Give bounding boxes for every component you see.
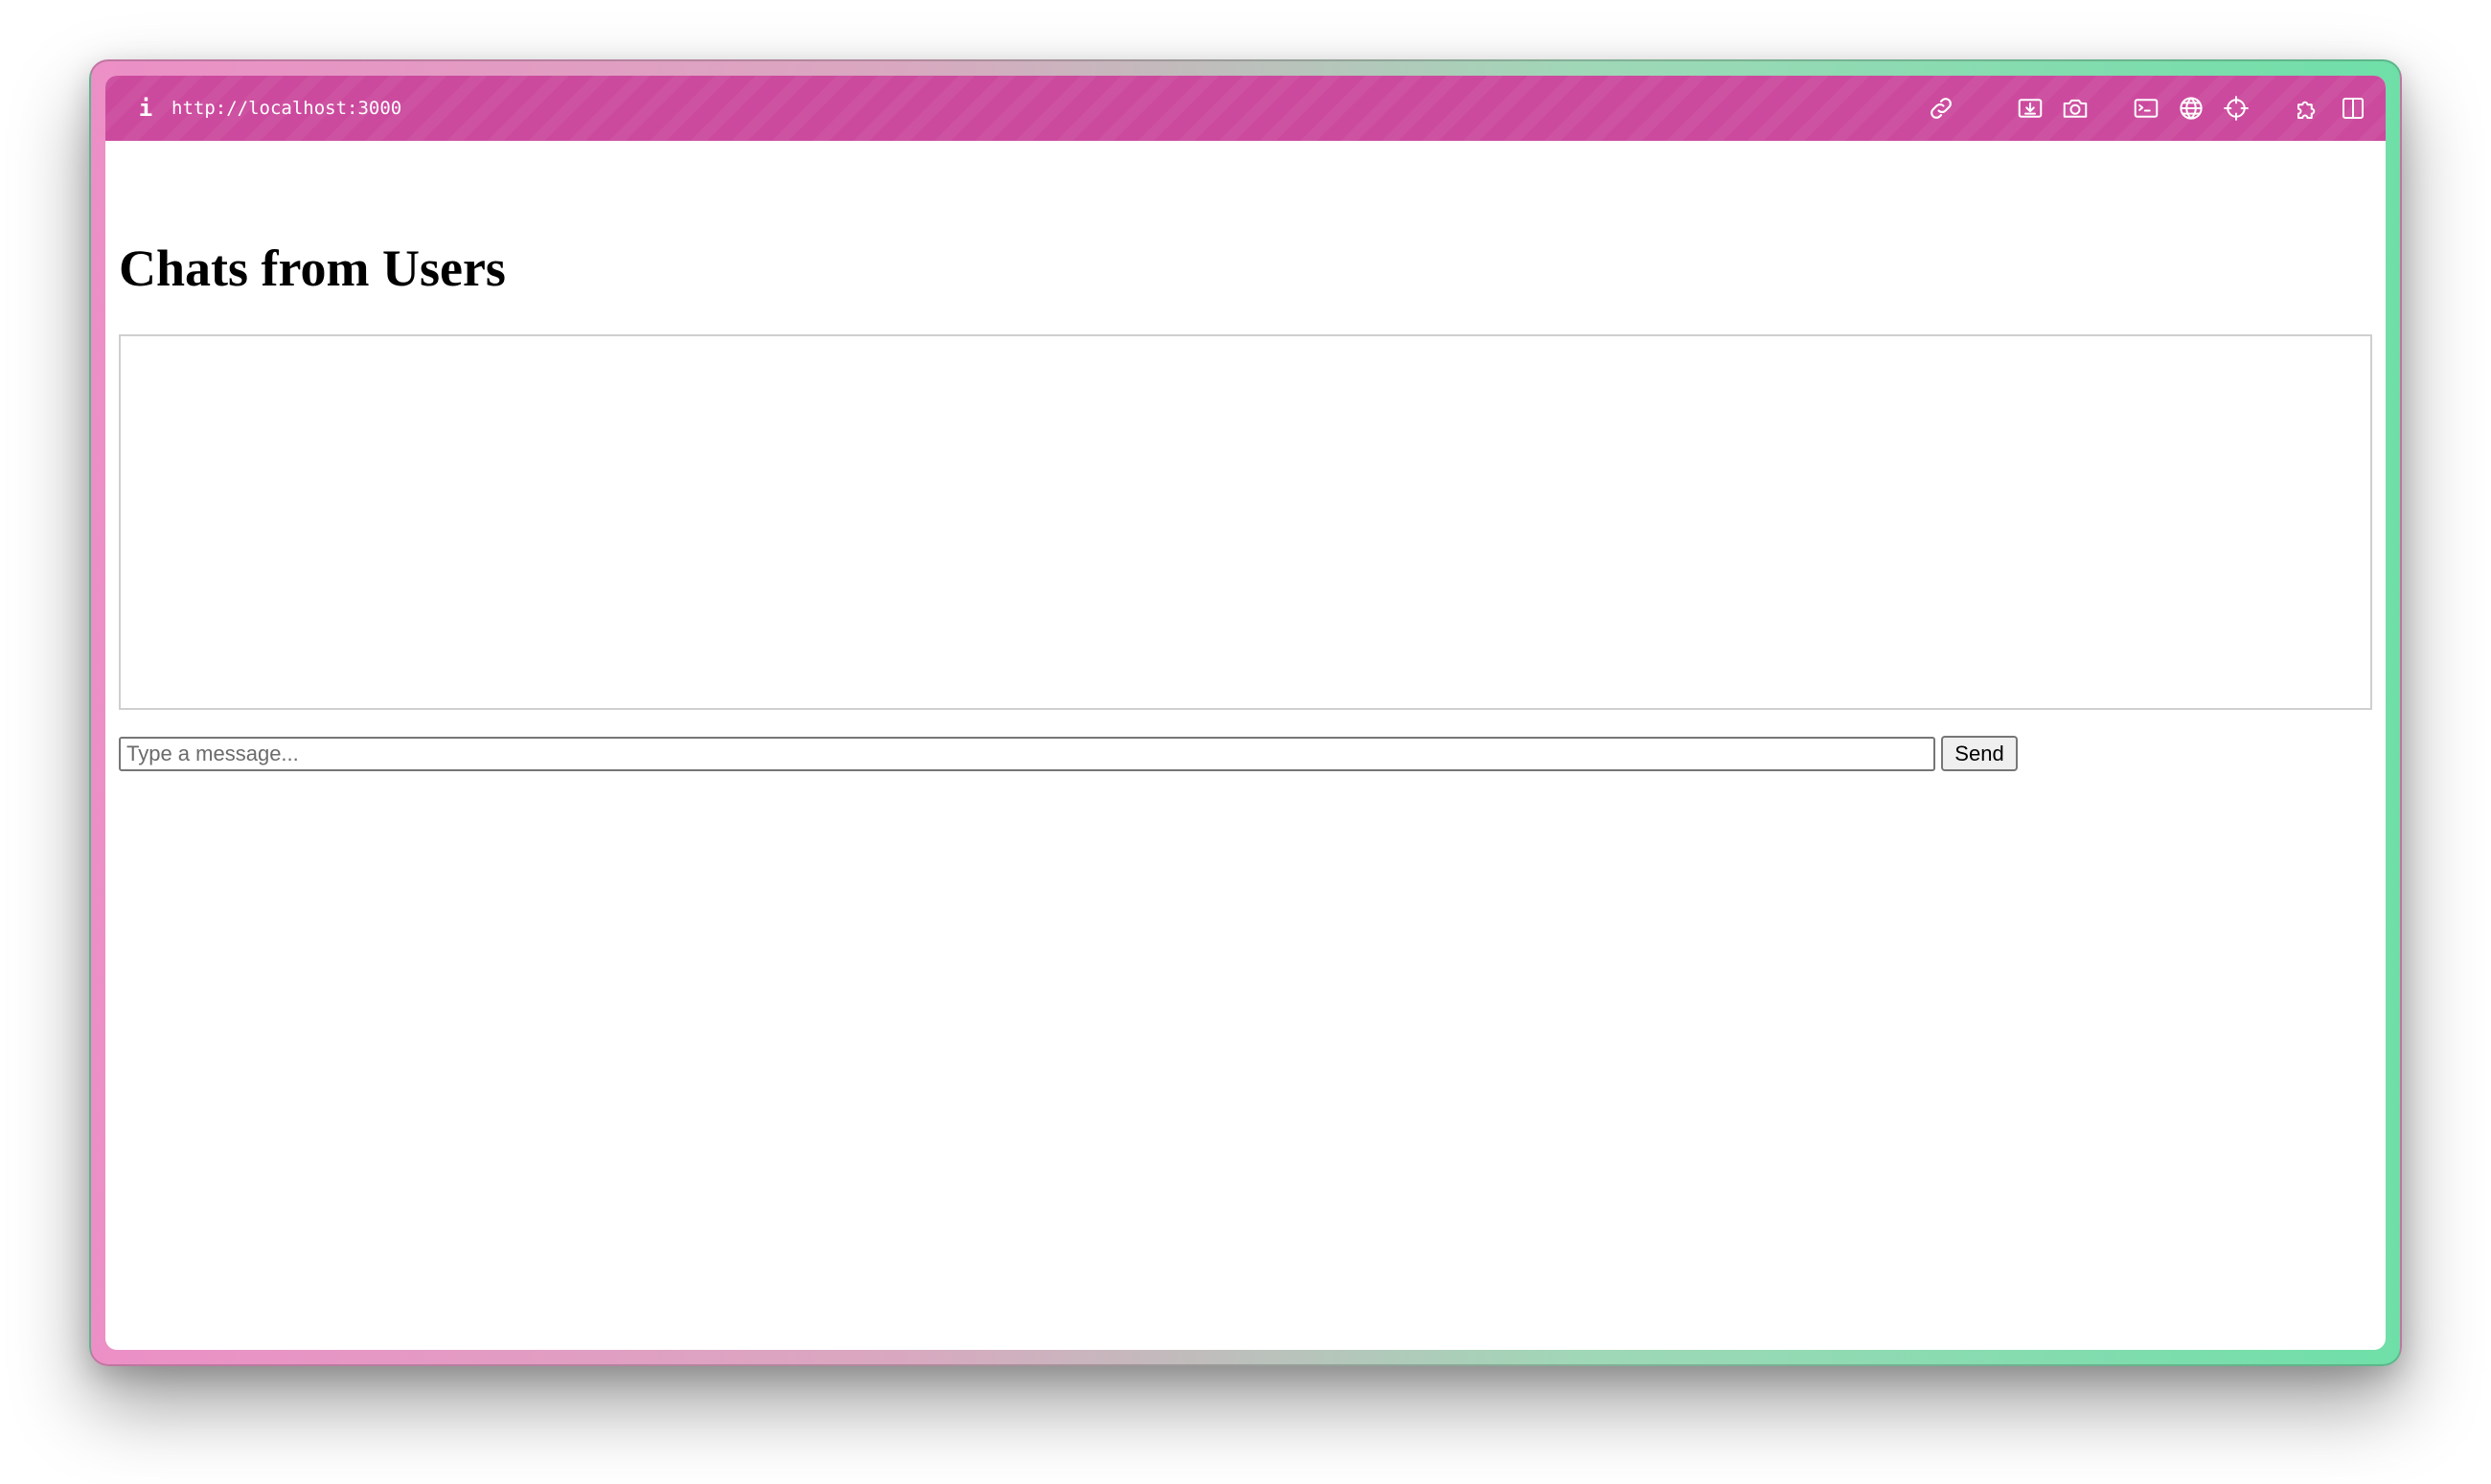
chat-messages-box[interactable] <box>119 334 2372 710</box>
camera-icon[interactable] <box>2060 93 2091 124</box>
link-icon[interactable] <box>1926 93 1956 124</box>
browser-toolbar: i http://localhost:3000 <box>105 76 2386 141</box>
info-icon[interactable]: i <box>130 93 161 124</box>
extension-icon[interactable] <box>2293 93 2323 124</box>
address-bar-url[interactable]: http://localhost:3000 <box>171 95 401 122</box>
browser-window: i http://localhost:3000 Chats from Users… <box>105 76 2386 1350</box>
globe-icon[interactable] <box>2176 93 2206 124</box>
split-view-icon[interactable] <box>2338 93 2368 124</box>
page-title: Chats from Users <box>119 240 506 297</box>
terminal-icon[interactable] <box>2131 93 2161 124</box>
screenshot-stage: i http://localhost:3000 Chats from Users… <box>0 0 2491 1484</box>
screen-capture-icon[interactable] <box>2015 93 2045 124</box>
send-button[interactable]: Send <box>1941 736 2018 771</box>
crosshair-icon[interactable] <box>2221 93 2251 124</box>
message-input[interactable] <box>119 737 1935 771</box>
